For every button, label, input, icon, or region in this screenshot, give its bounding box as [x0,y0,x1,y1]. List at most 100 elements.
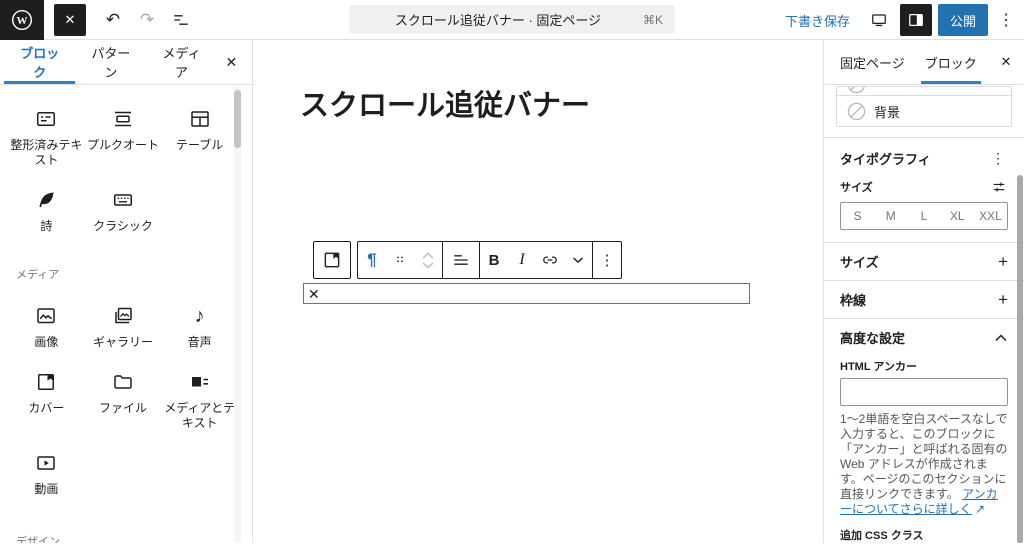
topbar-actions: 下書き保存 公開 ⋮ [777,0,1018,40]
font-size-m[interactable]: M [874,203,907,229]
tab-media[interactable]: メディア [146,40,217,84]
wordpress-w-icon: W [10,8,34,32]
settings-scrollbar-thumb[interactable] [1017,175,1023,543]
document-title-bar[interactable]: スクロール追従バナー · 固定ページ ⌘K [349,5,675,34]
close-inserter-button[interactable]: ✕ [54,4,86,36]
inserter-scrollbar-thumb[interactable] [234,90,241,148]
list-view-icon [171,10,191,30]
tab-page[interactable]: 固定ページ [830,40,915,84]
block-item-verse[interactable]: 詩 [8,174,85,240]
more-formatting-button[interactable] [564,242,592,278]
chevron-up-icon [994,333,1008,342]
selected-paragraph-block[interactable]: ✕ [303,283,750,304]
svg-text:W: W [17,15,28,27]
align-text-icon [451,250,471,270]
italic-button[interactable]: I [508,242,536,278]
undo-icon: ↶ [106,10,120,30]
anchor-help-text: 1〜2単語を空白スペースなしで入力すると、このブロックに「アンカー」と呼ばれる固… [840,412,1008,517]
block-mover[interactable] [414,242,442,278]
paragraph-block-button[interactable]: ¶ [358,242,386,278]
html-anchor-input[interactable] [840,378,1008,406]
block-item-label: 画像 [34,335,58,350]
redo-button[interactable]: ↷ [132,4,162,36]
cover-block-icon [321,249,343,271]
classic-icon [111,187,135,213]
list-view-button[interactable] [166,4,196,36]
block-item-label: メディアとテキスト [163,401,236,431]
undo-button[interactable]: ↶ [98,4,128,36]
advanced-settings-body: HTML アンカー 1〜2単語を空白スペースなしで入力すると、このブロックに「ア… [824,356,1024,543]
typography-options-button[interactable]: ⋮ [988,150,1008,167]
tab-block[interactable]: ブロック [915,40,987,84]
block-item-preformatted[interactable]: 整形済みテキスト [8,93,85,174]
preview-button[interactable] [864,4,894,36]
font-size-segmented-control: S M L XL XXL [840,202,1008,230]
post-title[interactable]: スクロール追従バナー [300,82,590,124]
external-link-icon: ↗ [975,502,985,516]
block-item-classic[interactable]: クラシック [85,174,162,240]
block-item-label: 詩 [40,219,52,234]
block-tools-group: ¶ B [357,241,622,279]
block-toolbar: ¶ B [313,241,622,279]
settings-tabs: 固定ページ ブロック ✕ [824,40,1024,85]
link-button[interactable] [536,242,564,278]
panel-size[interactable]: サイズ + [824,242,1024,280]
font-size-s[interactable]: S [841,203,874,229]
editor-canvas: スクロール追従バナー ¶ [253,40,824,543]
settings-sidebar-toggle[interactable] [900,4,932,36]
block-item-label: 音声 [188,335,212,350]
document-title: スクロール追従バナー · 固定ページ [361,10,635,29]
drag-handle[interactable] [386,242,414,278]
block-item-label: 整形済みテキスト [10,138,83,168]
save-draft-button[interactable]: 下書き保存 [777,11,858,30]
block-item-image[interactable]: 画像 [8,290,85,356]
close-settings-button[interactable]: ✕ [992,48,1020,76]
font-size-label: サイズ [840,179,873,195]
align-button[interactable] [443,242,479,278]
block-item-table[interactable]: テーブル [161,93,238,174]
block-item-label: ギャラリー [93,335,153,350]
block-item-file[interactable]: ファイル [85,356,162,437]
bold-icon: B [489,252,500,269]
options-menu-button[interactable]: ⋮ [994,4,1018,36]
no-color-icon [847,87,866,94]
block-content: ✕ [308,287,320,301]
settings-sidebar: 固定ページ ブロック ✕ 背景 タイポグラフィ [824,40,1024,543]
kebab-icon: ⋮ [600,251,615,269]
wordpress-logo[interactable]: W [0,0,44,40]
image-icon [34,303,58,329]
sidebar-panel-icon [906,10,926,30]
sliders-icon [990,178,1008,196]
color-row-text[interactable] [837,87,1011,96]
verse-icon [34,187,58,213]
block-inserter-sidebar: ブロック パターン メディア ✕ 整形済みテキスト プルクオート [0,40,253,543]
block-item-pullquote[interactable]: プルクオート [85,93,162,174]
move-down-icon [421,261,435,270]
font-size-xxl[interactable]: XXL [974,203,1007,229]
block-item-media-text[interactable]: メディアとテキスト [161,356,238,437]
bold-button[interactable]: B [480,242,508,278]
redo-icon: ↷ [140,10,154,30]
inserter-scrollbar[interactable] [234,86,241,543]
publish-button[interactable]: 公開 [938,4,988,36]
color-row-background[interactable]: 背景 [837,96,1011,126]
select-parent-cover-button[interactable] [314,242,350,278]
panel-advanced[interactable]: 高度な設定 [824,318,1024,356]
typography-title: タイポグラフィ [840,149,931,168]
block-options-button[interactable]: ⋮ [593,242,621,278]
block-item-gallery[interactable]: ギャラリー [85,290,162,356]
block-item-video[interactable]: 動画 [8,437,85,503]
block-item-cover[interactable]: カバー [8,356,85,437]
font-size-l[interactable]: L [907,203,940,229]
font-size-xl[interactable]: XL [941,203,974,229]
block-item-audio[interactable]: ♪ 音声 [161,290,238,356]
block-item-label: テーブル [176,138,223,153]
tab-blocks[interactable]: ブロック [4,40,75,84]
italic-icon: I [519,251,524,269]
table-icon [188,106,212,132]
panel-border[interactable]: 枠線 + [824,280,1024,318]
close-inserter-x-button[interactable]: ✕ [217,46,246,78]
font-size-settings-button[interactable] [990,178,1008,196]
tab-patterns[interactable]: パターン [75,40,146,84]
drag-handle-icon [392,252,408,268]
